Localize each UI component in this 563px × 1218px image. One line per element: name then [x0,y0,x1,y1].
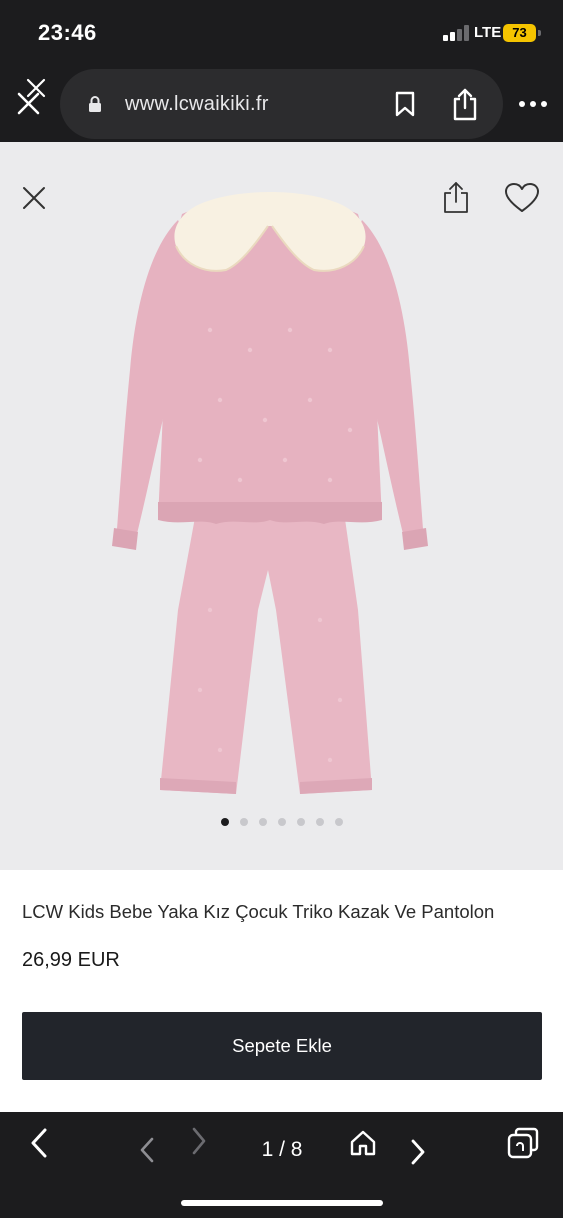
bottom-toolbar: 1 / 8 [0,1112,563,1218]
lock-icon [88,95,102,113]
address-bar[interactable]: www.lcwaikiki.fr [60,69,503,139]
next-icon[interactable] [408,1138,428,1166]
pagination-dot[interactable] [258,818,267,826]
pagination-dot[interactable] [277,818,286,826]
home-icon[interactable] [349,1129,377,1157]
add-to-cart-button[interactable]: Sepete Ekle [22,1012,542,1080]
heart-icon[interactable] [504,182,540,214]
page-next-icon[interactable] [189,1126,209,1156]
tabs-icon[interactable] [506,1126,540,1160]
battery-tip [538,30,541,36]
back-icon[interactable] [26,1126,52,1160]
close-icon[interactable] [22,186,46,210]
status-time: 23:46 [38,20,97,45]
pagination-dot[interactable] [296,818,305,826]
signal-icon [443,25,469,41]
more-icon[interactable] [518,94,548,114]
battery-icon: 73 [503,24,536,42]
page-prev-icon[interactable] [137,1136,157,1164]
product-info: LCW Kids Bebe Yaka Kız Çocuk Triko Kazak… [0,870,563,1112]
image-pagination[interactable] [0,818,563,830]
pagination-dot[interactable] [334,818,343,826]
bookmark-icon[interactable] [394,91,416,117]
browser-toolbar: www.lcwaikiki.fr [0,66,563,142]
share-icon[interactable] [440,180,472,214]
pagination-dot[interactable] [315,818,324,826]
pagination-dot[interactable] [239,818,248,826]
home-indicator[interactable] [181,1200,383,1206]
product-title: LCW Kids Bebe Yaka Kız Çocuk Triko Kazak… [22,901,495,922]
status-bar: 23:46 LTE 73 [0,0,563,66]
page-counter: 1 / 8 [261,1138,303,1161]
close-tab-icon[interactable] [14,76,48,116]
network-label: LTE [474,24,502,41]
product-image-gallery[interactable] [0,142,563,870]
product-price: 26,99 EUR [22,949,120,971]
pagination-dot[interactable] [220,818,229,826]
product-photo [112,192,428,794]
url-text[interactable]: www.lcwaikiki.fr [125,93,269,116]
share-icon[interactable] [449,87,481,121]
